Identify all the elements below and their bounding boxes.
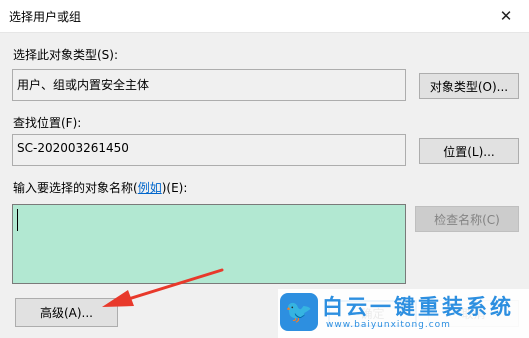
watermark-url: www.baiyunxitong.com: [326, 320, 451, 330]
object-names-label: 输入要选择的对象名称(例如)(E):: [13, 179, 187, 196]
check-names-button[interactable]: 检查名称(C): [415, 206, 519, 232]
object-names-label-suffix: )(E):: [161, 181, 188, 195]
title-bar: 选择用户或组 ✕: [0, 0, 529, 33]
examples-link[interactable]: 例如: [138, 181, 162, 195]
object-names-input[interactable]: [12, 204, 406, 284]
close-button[interactable]: ✕: [483, 0, 529, 32]
advanced-button[interactable]: 高级(A)...: [15, 298, 118, 327]
object-type-label: 选择此对象类型(S):: [13, 48, 119, 62]
window-title: 选择用户或组: [9, 10, 82, 24]
object-type-value: 用户、组或内置安全主体: [17, 78, 150, 92]
watermark: 🐦 白云一键重装系统 www.baiyunxitong.com: [278, 289, 529, 338]
watermark-title: 白云一键重装系统: [322, 295, 514, 319]
locations-button-label: 位置(L)...: [443, 144, 495, 159]
object-types-button-label: 对象类型(O)...: [429, 79, 509, 94]
location-field: SC-202003261450: [12, 134, 406, 166]
location-label: 查找位置(F):: [13, 116, 82, 130]
check-names-button-label: 检查名称(C): [434, 212, 500, 227]
close-icon: ✕: [499, 7, 513, 25]
bird-logo-icon: 🐦: [280, 293, 318, 331]
location-value: SC-202003261450: [17, 141, 129, 155]
advanced-button-label: 高级(A)...: [39, 306, 94, 320]
object-type-field: 用户、组或内置安全主体: [12, 69, 406, 101]
locations-button[interactable]: 位置(L)...: [419, 138, 519, 164]
object-names-label-prefix: 输入要选择的对象名称(: [13, 181, 138, 195]
text-caret: [17, 209, 18, 231]
object-types-button[interactable]: 对象类型(O)...: [419, 73, 519, 99]
bird-glyph: 🐦: [285, 299, 313, 325]
